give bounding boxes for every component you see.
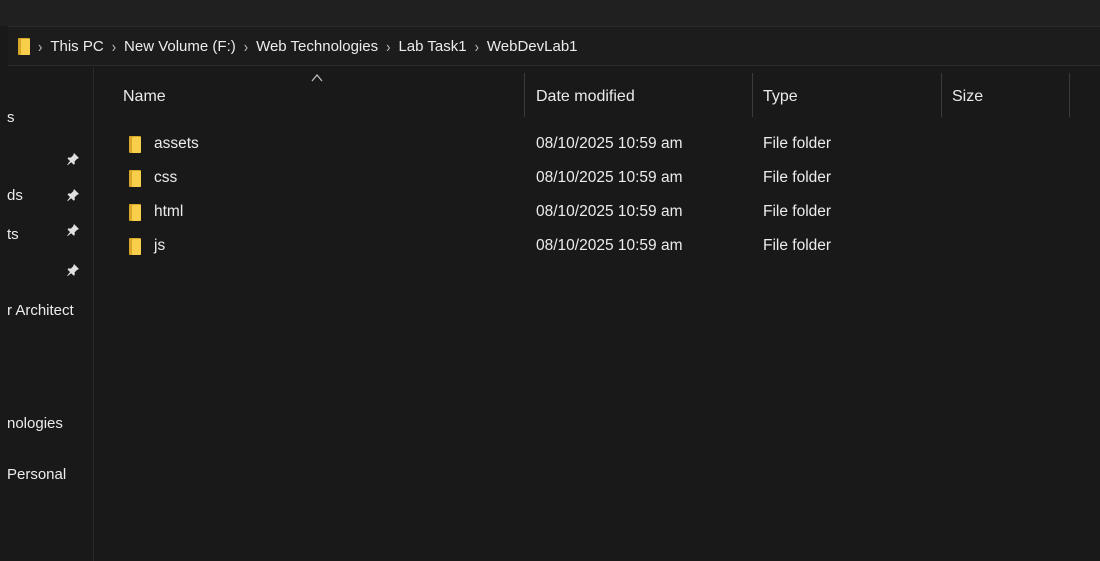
file-list[interactable]: Name Date modified Type Size assets 08/1… (94, 67, 1100, 561)
breadcrumb-item-web-technologies[interactable]: Web Technologies (256, 38, 378, 55)
sidebar-item-documents[interactable]: ts (7, 226, 19, 243)
file-name: html (154, 203, 184, 220)
sidebar-item-quick-access[interactable]: s (7, 109, 15, 126)
folder-icon (129, 203, 141, 221)
table-row[interactable]: js 08/10/2025 10:59 am File folder (94, 229, 1100, 263)
column-header-name[interactable]: Name (123, 67, 166, 127)
pin-icon[interactable] (66, 188, 80, 202)
file-type: File folder (763, 203, 832, 220)
window-top-strip (0, 0, 1100, 26)
date-modified: 08/10/2025 10:59 am (536, 135, 683, 152)
date-modified: 08/10/2025 10:59 am (536, 237, 683, 254)
folder-icon (129, 169, 141, 187)
chevron-right-icon[interactable]: › (475, 37, 479, 55)
folder-icon (129, 237, 141, 255)
breadcrumb-item-lab-task1[interactable]: Lab Task1 (398, 38, 466, 55)
breadcrumb: › This PC › New Volume (F:) › Web Techno… (30, 37, 578, 55)
address-bar[interactable]: › This PC › New Volume (F:) › Web Techno… (8, 26, 1100, 66)
sidebar-item-personal[interactable]: Personal (7, 466, 66, 483)
file-type: File folder (763, 135, 832, 152)
file-explorer-window: › This PC › New Volume (F:) › Web Techno… (0, 0, 1100, 561)
file-type: File folder (763, 237, 832, 254)
sidebar-item-downloads[interactable]: ds (7, 187, 23, 204)
date-modified: 08/10/2025 10:59 am (536, 203, 683, 220)
file-name: assets (154, 135, 199, 152)
sort-ascending-icon (311, 73, 323, 82)
column-divider[interactable] (752, 73, 753, 117)
breadcrumb-item-this-pc[interactable]: This PC (50, 38, 103, 55)
breadcrumb-item-new-volume[interactable]: New Volume (F:) (124, 38, 236, 55)
chevron-right-icon[interactable]: › (112, 37, 116, 55)
file-name: css (154, 169, 178, 186)
column-header-size[interactable]: Size (952, 67, 983, 127)
column-header-date-modified[interactable]: Date modified (536, 67, 635, 127)
folder-icon (129, 135, 141, 153)
column-divider[interactable] (941, 73, 942, 117)
chevron-right-icon[interactable]: › (38, 37, 42, 55)
table-row[interactable]: css 08/10/2025 10:59 am File folder (94, 161, 1100, 195)
date-modified: 08/10/2025 10:59 am (536, 169, 683, 186)
table-row[interactable]: html 08/10/2025 10:59 am File folder (94, 195, 1100, 229)
breadcrumb-item-webdevlab1[interactable]: WebDevLab1 (487, 38, 578, 55)
sidebar-item-architect[interactable]: r Architect (7, 302, 74, 319)
pin-icon[interactable] (66, 223, 80, 237)
folder-icon (18, 37, 30, 55)
file-type: File folder (763, 169, 832, 186)
chevron-right-icon[interactable]: › (244, 37, 248, 55)
pin-icon[interactable] (66, 152, 80, 166)
navigation-pane[interactable]: s ds ts r Architect nologies Personal (0, 67, 94, 561)
table-row[interactable]: assets 08/10/2025 10:59 am File folder (94, 127, 1100, 161)
column-header-type[interactable]: Type (763, 67, 798, 127)
sidebar-item-technologies[interactable]: nologies (7, 415, 63, 432)
chevron-right-icon[interactable]: › (386, 37, 390, 55)
column-divider[interactable] (1069, 73, 1070, 117)
file-name: js (154, 237, 166, 254)
column-divider[interactable] (524, 73, 525, 117)
pin-icon[interactable] (66, 263, 80, 277)
